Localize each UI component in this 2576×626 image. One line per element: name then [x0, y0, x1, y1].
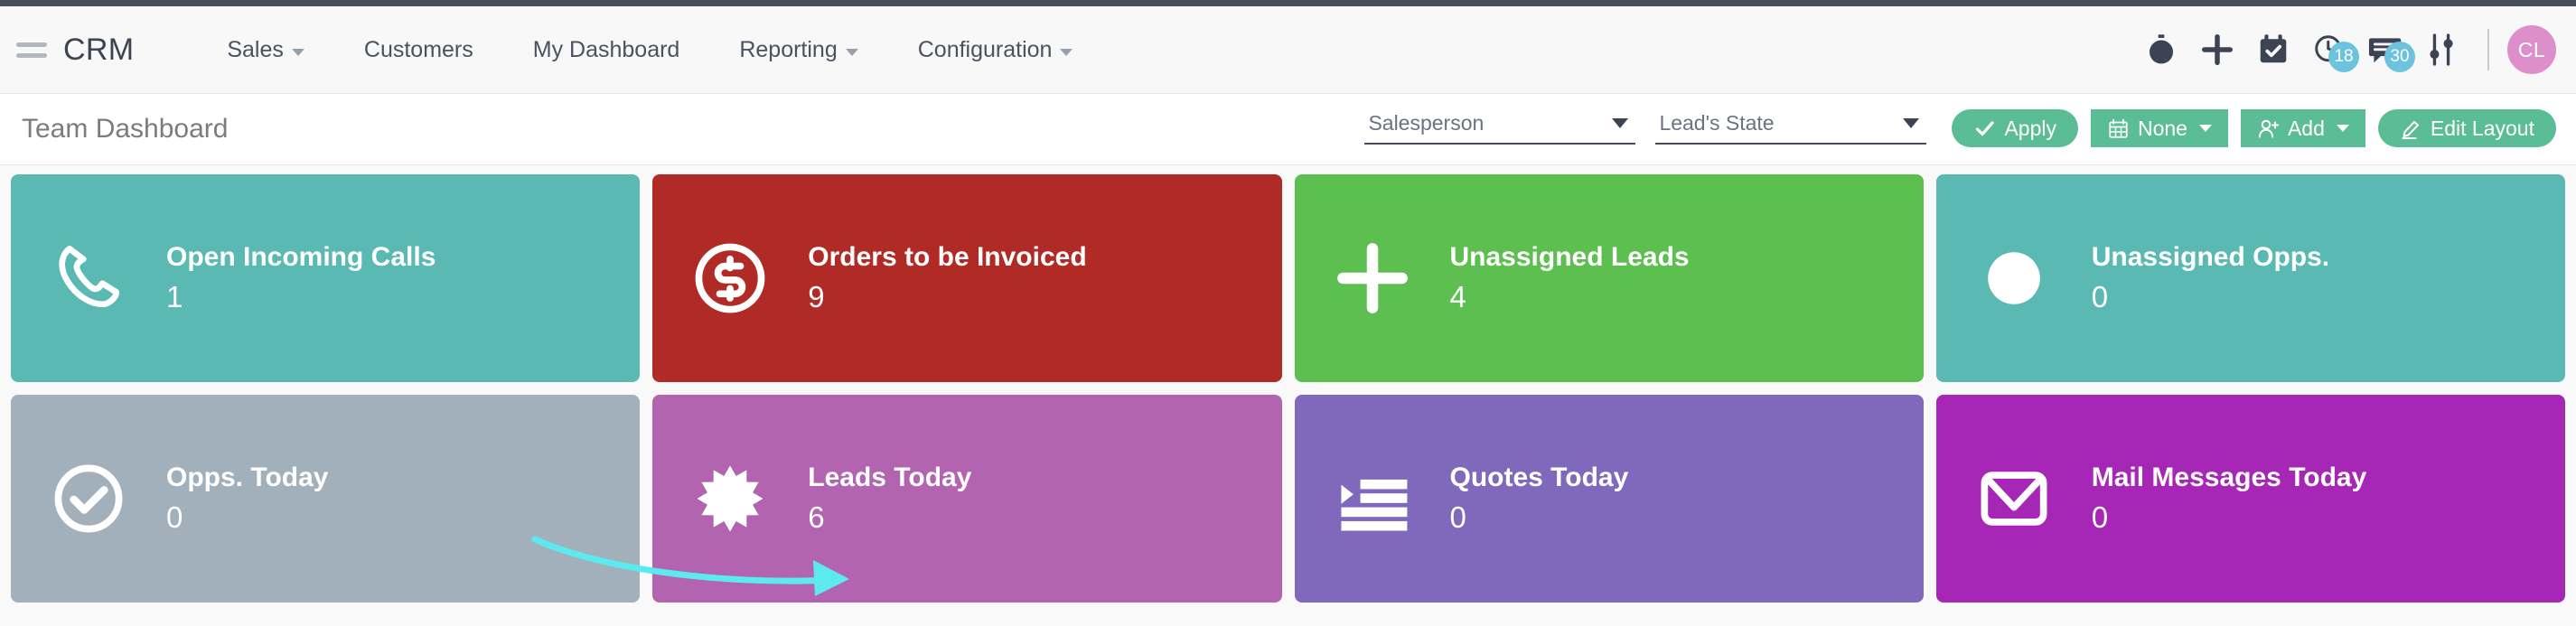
period-button-label: None	[2137, 116, 2187, 140]
nav-menu-item-configuration[interactable]: Configuration	[888, 37, 1103, 63]
plus-icon	[1325, 235, 1419, 322]
kpi-card-text: Open Incoming Calls 1	[166, 242, 436, 314]
kpi-card-value: 0	[2091, 500, 2109, 534]
navbar-divider	[2487, 29, 2489, 70]
chevron-down-icon	[2198, 125, 2212, 132]
nav-menu-item-sales[interactable]: Sales	[197, 37, 334, 63]
kpi-card-title: Open Incoming Calls	[166, 242, 436, 272]
app-brand-crm[interactable]: CRM	[63, 33, 134, 68]
kpi-card-value: 4	[1449, 280, 1466, 313]
kpi-card-text: Orders to be Invoiced 9	[808, 242, 1086, 314]
kpi-card-value: 0	[166, 500, 183, 534]
kpi-card-value: 9	[808, 280, 825, 313]
apply-button[interactable]: Apply	[1952, 109, 2078, 147]
clock-activities-icon[interactable]: 18	[2301, 22, 2359, 78]
edit-layout-button-label: Edit Layout	[2430, 116, 2534, 140]
kpi-card-unassigned-opps[interactable]: Unassigned Opps. 0	[1935, 174, 2565, 382]
navbar-actions: 18 30 CL	[2133, 22, 2556, 78]
kpi-card-title: Unassigned Leads	[1449, 242, 1690, 272]
kpi-card-opps-today[interactable]: Opps. Today 0	[11, 395, 641, 603]
chevron-down-icon	[845, 49, 858, 56]
crm-dashboard-page: CRM Sales Customers My Dashboard Reporting C…	[0, 0, 2576, 626]
control-panel: Team Dashboard Salesperson Lead's State A…	[0, 94, 2576, 165]
kpi-card-value: 1	[166, 280, 183, 313]
leads-state-select-value: Lead's State	[1659, 110, 1775, 135]
kpi-card-text: Leads Today 6	[808, 462, 971, 535]
kpi-card-text: Opps. Today 0	[166, 462, 328, 535]
dollar-circle-icon	[683, 235, 777, 322]
notification-badge: 18	[2328, 42, 2359, 72]
card-row-2: Opps. Today 0 Leads Today 6 Quotes Today 0 M…	[11, 395, 2565, 603]
stopwatch-icon[interactable]	[2133, 22, 2189, 78]
avatar[interactable]: CL	[2507, 25, 2556, 74]
notification-badge: 30	[2384, 42, 2415, 72]
kpi-card-value: 0	[2091, 280, 2109, 313]
period-button[interactable]: None	[2090, 109, 2228, 147]
edit-layout-button[interactable]: Edit Layout	[2377, 109, 2556, 147]
nav-menu-item-label: My Dashboard	[532, 36, 680, 62]
kpi-card-text: Quotes Today 0	[1450, 462, 1629, 535]
kpi-card-title: Mail Messages Today	[2091, 462, 2367, 492]
check-circle-icon	[42, 455, 136, 542]
kpi-card-title: Quotes Today	[1449, 462, 1629, 492]
dashboard-board: Open Incoming Calls 1 Orders to be Invoic…	[0, 165, 2576, 603]
circle-icon	[1967, 235, 2061, 322]
main-navbar: CRM Sales Customers My Dashboard Reporting C…	[0, 6, 2576, 94]
action-button-group: Apply None Add Edit Layout	[1952, 109, 2556, 149]
chevron-down-icon	[1060, 49, 1073, 56]
chevron-down-icon	[1903, 117, 1920, 128]
chevron-down-icon	[2336, 125, 2349, 132]
check-icon	[1973, 117, 1996, 140]
chevron-down-icon	[1612, 117, 1629, 128]
page-title: Team Dashboard	[22, 114, 229, 144]
card-row-1: Open Incoming Calls 1 Orders to be Invoic…	[11, 174, 2565, 382]
top-accent-strip	[0, 0, 2576, 6]
nav-menu-item-label: Reporting	[739, 36, 838, 62]
kpi-card-leads-today[interactable]: Leads Today 6	[652, 395, 1282, 603]
kpi-card-mail-messages-today[interactable]: Mail Messages Today 0	[1935, 395, 2565, 603]
kpi-card-title: Opps. Today	[166, 462, 329, 492]
nav-menu: Sales Customers My Dashboard Reporting Confi…	[197, 37, 1102, 63]
calendar-check-icon[interactable]	[2245, 22, 2301, 78]
plus-icon[interactable]	[2189, 22, 2245, 78]
nav-menu-item-label: Customers	[363, 36, 473, 62]
nav-menu-item-reporting[interactable]: Reporting	[709, 37, 887, 63]
starburst-icon	[683, 455, 777, 542]
hamburger-menu-icon[interactable]	[16, 36, 47, 63]
nav-menu-item-my-dashboard[interactable]: My Dashboard	[503, 37, 710, 63]
messages-icon[interactable]: 30	[2357, 22, 2415, 78]
nav-menu-item-label: Sales	[227, 36, 284, 62]
kpi-card-unassigned-leads[interactable]: Unassigned Leads 4	[1294, 174, 1924, 382]
kpi-card-title: Orders to be Invoiced	[808, 242, 1087, 272]
nav-menu-item-customers[interactable]: Customers	[334, 37, 503, 63]
apply-button-label: Apply	[2004, 116, 2056, 140]
leads-state-select[interactable]: Lead's State	[1655, 110, 1927, 145]
pencil-icon	[2400, 117, 2422, 140]
kpi-card-open-incoming-calls[interactable]: Open Incoming Calls 1	[11, 174, 641, 382]
kpi-card-text: Mail Messages Today 0	[2092, 462, 2367, 535]
kpi-card-title: Unassigned Opps.	[2091, 242, 2330, 272]
calendar-icon	[2107, 117, 2130, 140]
add-button-label: Add	[2287, 116, 2325, 140]
user-add-icon	[2257, 117, 2280, 140]
kpi-card-value: 0	[1449, 500, 1466, 534]
chevron-down-icon	[291, 49, 304, 56]
envelope-icon	[1967, 455, 2061, 542]
kpi-card-text: Unassigned Opps. 0	[2092, 242, 2329, 314]
phone-icon	[42, 235, 136, 322]
filter-group: Salesperson Lead's State	[1364, 110, 1927, 148]
list-indent-icon	[1325, 455, 1419, 542]
salesperson-select-value: Salesperson	[1368, 110, 1485, 135]
add-button[interactable]: Add	[2240, 109, 2365, 147]
kpi-card-quotes-today[interactable]: Quotes Today 0	[1294, 395, 1924, 603]
salesperson-select[interactable]: Salesperson	[1364, 110, 1636, 145]
nav-menu-item-label: Configuration	[917, 36, 1053, 62]
kpi-card-text: Unassigned Leads 4	[1450, 242, 1690, 314]
kpi-card-value: 6	[808, 500, 825, 534]
kpi-card-orders-to-be-invoiced[interactable]: Orders to be Invoiced 9	[652, 174, 1282, 382]
sliders-icon[interactable]	[2413, 22, 2469, 78]
kpi-card-title: Leads Today	[808, 462, 972, 492]
